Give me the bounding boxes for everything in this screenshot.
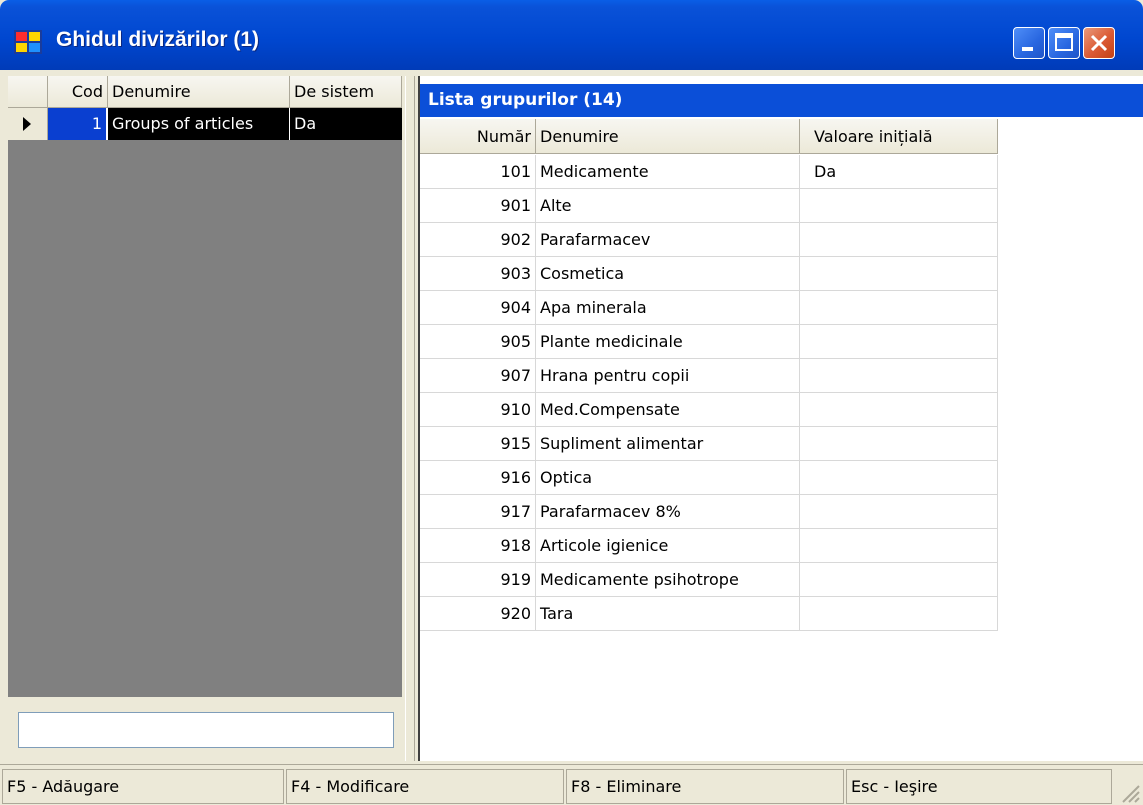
cell-initial-value[interactable]	[800, 529, 998, 563]
cell-number[interactable]: 101	[420, 155, 536, 189]
cell-name[interactable]: Medicamente	[536, 155, 800, 189]
table-row[interactable]: 920 Tara	[420, 597, 998, 631]
cell-name[interactable]: Tara	[536, 597, 800, 631]
cell-name[interactable]: Apa minerala	[536, 291, 800, 325]
cell-name[interactable]: Alte	[536, 189, 800, 223]
cell-initial-value[interactable]	[800, 427, 998, 461]
status-exit[interactable]: Esc - Ieşire	[846, 769, 1112, 804]
cell-number[interactable]: 916	[420, 461, 536, 495]
cell-code[interactable]: 1	[48, 108, 108, 140]
cell-name[interactable]: Med.Compensate	[536, 393, 800, 427]
cell-number[interactable]: 920	[420, 597, 536, 631]
cell-name[interactable]: Optica	[536, 461, 800, 495]
cell-initial-value[interactable]	[800, 393, 998, 427]
cell-name[interactable]: Cosmetica	[536, 257, 800, 291]
table-row[interactable]: 917 Parafarmacev 8%	[420, 495, 998, 529]
table-row[interactable]: 902 Parafarmacev	[420, 223, 998, 257]
cell-initial-value[interactable]	[800, 223, 998, 257]
status-add[interactable]: F5 - Adăugare	[2, 769, 284, 804]
title-bar[interactable]: Ghidul divizărilor (1)	[0, 0, 1143, 70]
maximize-icon	[1055, 33, 1073, 51]
cell-initial-value[interactable]	[800, 563, 998, 597]
cell-number[interactable]: 915	[420, 427, 536, 461]
status-delete[interactable]: F8 - Eliminare	[566, 769, 844, 804]
table-row[interactable]: 915 Supliment alimentar	[420, 427, 998, 461]
app-icon	[14, 30, 42, 54]
status-bar: F5 - Adăugare F4 - Modificare F8 - Elimi…	[0, 764, 1143, 805]
cell-name[interactable]: Articole igienice	[536, 529, 800, 563]
cell-number[interactable]: 904	[420, 291, 536, 325]
cell-initial-value[interactable]	[800, 495, 998, 529]
table-row[interactable]: 919 Medicamente psihotrope	[420, 563, 998, 597]
cell-initial-value[interactable]	[800, 325, 998, 359]
table-row[interactable]: 901 Alte	[420, 189, 998, 223]
column-header-initial-value[interactable]: Valoare inițială	[800, 119, 998, 154]
window-title: Ghidul divizărilor (1)	[56, 28, 260, 51]
cell-initial-value[interactable]	[800, 257, 998, 291]
divisions-grid[interactable]: Cod Denumire De sistem 1 Groups of artic…	[8, 76, 402, 761]
cell-number[interactable]: 910	[420, 393, 536, 427]
main-window: Ghidul divizărilor (1) Cod Denumire De s…	[0, 0, 1143, 805]
cell-name[interactable]: Supliment alimentar	[536, 427, 800, 461]
close-icon	[1090, 34, 1108, 52]
table-row[interactable]: 1 Groups of articles Da	[8, 108, 402, 140]
table-row[interactable]: 905 Plante medicinale	[420, 325, 998, 359]
cell-number[interactable]: 918	[420, 529, 536, 563]
column-header-system[interactable]: De sistem	[290, 76, 402, 108]
cell-initial-value[interactable]: Da	[800, 155, 998, 189]
cell-name[interactable]: Medicamente psihotrope	[536, 563, 800, 597]
cell-name[interactable]: Parafarmacev 8%	[536, 495, 800, 529]
status-modify[interactable]: F4 - Modificare	[286, 769, 564, 804]
row-indicator[interactable]	[8, 108, 48, 140]
filter-input[interactable]	[18, 712, 394, 748]
table-row[interactable]: 904 Apa minerala	[420, 291, 998, 325]
close-button[interactable]	[1083, 27, 1115, 59]
cell-number[interactable]: 903	[420, 257, 536, 291]
groups-list[interactable]: Lista grupurilor (14) Număr Denumire Val…	[418, 76, 1143, 761]
cell-name[interactable]: Plante medicinale	[536, 325, 800, 359]
cell-number[interactable]: 907	[420, 359, 536, 393]
row-header-corner	[8, 76, 48, 108]
cell-number[interactable]: 919	[420, 563, 536, 597]
cell-number[interactable]: 905	[420, 325, 536, 359]
cell-initial-value[interactable]	[800, 359, 998, 393]
panel-splitter[interactable]	[405, 76, 415, 761]
cell-number[interactable]: 902	[420, 223, 536, 257]
maximize-button[interactable]	[1048, 27, 1080, 59]
minimize-button[interactable]	[1013, 27, 1045, 59]
column-header-name[interactable]: Denumire	[536, 119, 800, 154]
current-row-arrow-icon	[23, 117, 31, 131]
cell-system[interactable]: Da	[290, 108, 402, 140]
table-row[interactable]: 903 Cosmetica	[420, 257, 998, 291]
cell-name[interactable]: Parafarmacev	[536, 223, 800, 257]
table-row[interactable]: 918 Articole igienice	[420, 529, 998, 563]
cell-number[interactable]: 901	[420, 189, 536, 223]
cell-name[interactable]: Hrana pentru copii	[536, 359, 800, 393]
cell-initial-value[interactable]	[800, 189, 998, 223]
table-row[interactable]: 101 Medicamente Da	[420, 155, 998, 189]
cell-initial-value[interactable]	[800, 291, 998, 325]
cell-name[interactable]: Groups of articles	[108, 108, 290, 140]
divisions-grid-header: Cod Denumire De sistem	[8, 76, 402, 108]
groups-list-caption: Lista grupurilor (14)	[420, 84, 1143, 117]
cell-number[interactable]: 917	[420, 495, 536, 529]
table-row[interactable]: 907 Hrana pentru copii	[420, 359, 998, 393]
table-row[interactable]: 910 Med.Compensate	[420, 393, 998, 427]
minimize-icon	[1022, 47, 1033, 51]
column-header-code[interactable]: Cod	[48, 76, 108, 108]
column-header-number[interactable]: Număr	[420, 119, 536, 154]
resize-grip-icon[interactable]	[1117, 780, 1141, 804]
table-row[interactable]: 916 Optica	[420, 461, 998, 495]
cell-initial-value[interactable]	[800, 461, 998, 495]
column-header-name[interactable]: Denumire	[108, 76, 290, 108]
cell-initial-value[interactable]	[800, 597, 998, 631]
